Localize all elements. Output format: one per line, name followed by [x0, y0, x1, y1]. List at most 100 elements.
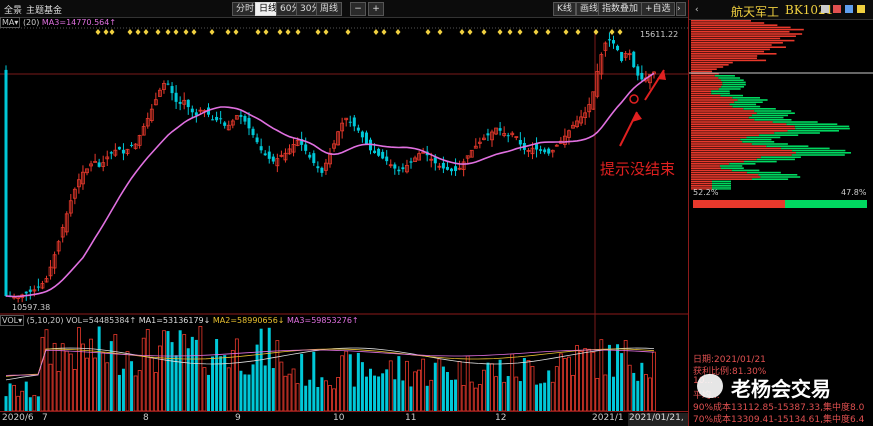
chip-bar — [786, 123, 838, 125]
zoom-out-button[interactable]: − — [350, 2, 366, 16]
chip-bar — [691, 136, 747, 139]
chip-bar — [792, 149, 846, 152]
volume-bar — [543, 382, 547, 411]
volume-bar — [304, 385, 308, 411]
chip-bar — [691, 83, 723, 86]
period-week-button[interactable]: 周线 — [316, 2, 343, 16]
candle-body — [377, 148, 381, 156]
volume-bar — [522, 358, 526, 411]
volume-bar — [477, 384, 482, 411]
candle-body — [28, 289, 32, 292]
signal-diamond — [609, 29, 615, 35]
chip-bar — [691, 165, 720, 167]
profit-bar-green — [785, 200, 867, 208]
candle-body — [409, 161, 413, 163]
chip-bar — [718, 88, 741, 90]
edit-icon[interactable] — [821, 5, 829, 13]
volume-bar — [473, 387, 478, 411]
volume-bar — [583, 348, 588, 411]
volume-bar — [215, 339, 219, 411]
collapse-icon[interactable]: › — [676, 2, 686, 16]
chip-bar — [691, 141, 743, 143]
candle-body — [518, 139, 522, 145]
signal-diamond — [395, 29, 401, 35]
volume-bar — [437, 358, 442, 411]
chip-bar — [712, 182, 731, 185]
chip-bar — [691, 79, 721, 81]
volume-bar — [632, 372, 636, 411]
volume-bar — [300, 353, 304, 411]
settings-icon[interactable] — [857, 5, 865, 13]
chip-bar — [691, 112, 757, 114]
candle-body — [117, 146, 121, 150]
volume-bar — [465, 355, 470, 411]
candle-body — [4, 69, 8, 296]
volume-bar — [397, 356, 401, 411]
chip-bar — [754, 110, 792, 112]
candle-body — [308, 154, 312, 158]
volume-bar — [579, 350, 583, 411]
volume-bar — [510, 353, 515, 411]
chip-bar — [787, 130, 839, 132]
volume-bar — [413, 371, 417, 411]
profit-pct-left: 52.2% — [693, 188, 719, 197]
volume-bar — [627, 364, 632, 411]
volume-bar — [153, 372, 158, 411]
chip-bar — [691, 37, 781, 40]
nav-theme-fund[interactable]: 主题基金 — [26, 3, 62, 16]
volume-bar — [178, 330, 182, 411]
chip-bar — [691, 174, 759, 176]
candle-body — [381, 151, 385, 159]
add-watchlist-button[interactable]: +自选 — [641, 2, 675, 16]
volume-bar — [202, 367, 207, 411]
volume-bar — [603, 374, 608, 411]
candle-body — [486, 133, 490, 136]
price-chart[interactable] — [0, 18, 688, 411]
chip-bar — [691, 134, 760, 136]
volume-bar — [226, 367, 231, 411]
chip-bar — [691, 171, 747, 174]
chip-bar — [712, 185, 731, 187]
vol-indicator-selector[interactable]: VOL▾ — [0, 315, 25, 326]
volume-bar — [526, 360, 531, 411]
chip-bar — [691, 33, 803, 35]
chip-bar — [737, 99, 768, 101]
chip-bar — [691, 24, 778, 26]
zoom-in-button[interactable]: + — [368, 2, 384, 16]
chip-bar — [691, 123, 787, 125]
chart-toolbar: 全景 主题基金 分时 日线 60分 30分 周线 − + K线 画线 指数叠加 … — [0, 0, 688, 18]
candle-body — [243, 115, 247, 122]
chip-bar — [691, 44, 772, 46]
chip-icon[interactable] — [833, 5, 841, 13]
signal-diamond — [315, 29, 321, 35]
volume-bar — [640, 362, 644, 411]
signal-diamond — [467, 29, 473, 35]
candle-body — [304, 144, 308, 151]
candle-body — [130, 144, 134, 146]
chip-bar — [691, 105, 733, 108]
nav-overview[interactable]: 全景 — [4, 3, 22, 16]
chip-icon-2[interactable] — [845, 5, 853, 13]
volume-bar — [259, 328, 263, 411]
candle-body — [170, 86, 174, 94]
candle-body — [263, 153, 267, 156]
volume-bar — [211, 356, 215, 411]
chip-bar — [742, 141, 775, 143]
chip-bar — [691, 88, 719, 90]
chip-bar — [691, 158, 757, 161]
info-cost70: 70%成本13309.41-15134.61,集中度6.4 — [693, 415, 865, 425]
candle-body — [352, 117, 356, 127]
kline-menu[interactable]: K线 — [553, 2, 576, 16]
volume-bar — [612, 376, 615, 411]
chip-bar — [691, 64, 729, 66]
chevron-left-icon[interactable]: ‹ — [695, 5, 699, 15]
index-overlay-menu[interactable]: 指数叠加 — [598, 2, 643, 16]
axis-label: 12 — [495, 413, 507, 423]
signal-diamond — [263, 29, 269, 35]
volume-bar — [648, 377, 652, 411]
volume-bar — [636, 380, 640, 411]
volume-bar — [117, 374, 121, 411]
volume-bar — [425, 385, 429, 411]
signal-diamond — [285, 29, 291, 35]
chip-bar — [719, 165, 743, 167]
